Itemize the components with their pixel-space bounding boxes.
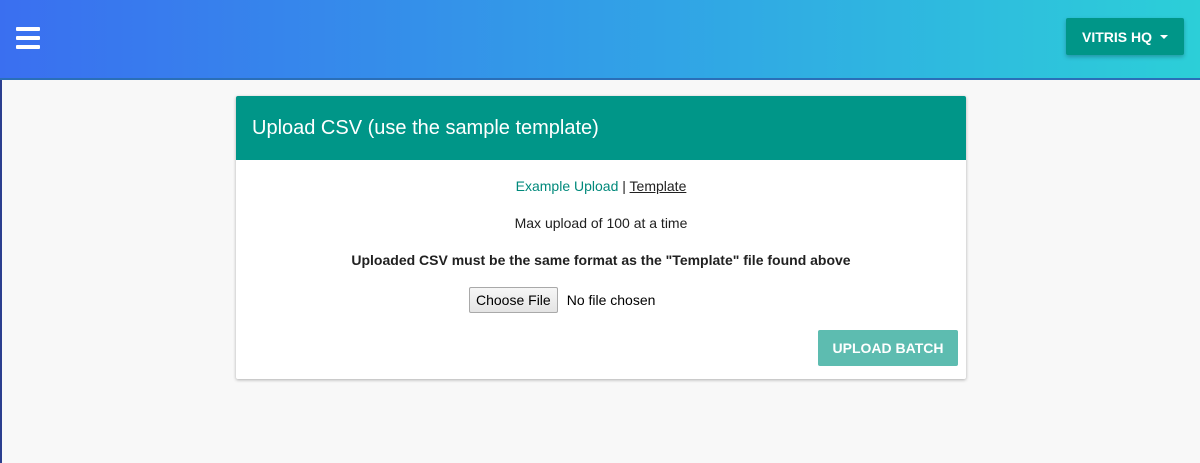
link-separator: |: [622, 178, 630, 194]
hamburger-menu-icon[interactable]: [16, 27, 40, 49]
top-navbar: VITRIS HQ: [0, 0, 1200, 80]
links-row: Example Upload | Template: [236, 178, 966, 194]
max-upload-text: Max upload of 100 at a time: [514, 215, 688, 231]
card-body: Example Upload | Template Max upload of …: [236, 160, 966, 379]
card-title: Upload CSV (use the sample template): [252, 116, 599, 139]
org-dropdown-label: VITRIS HQ: [1081, 28, 1152, 45]
caret-down-icon: [1160, 35, 1168, 39]
template-link[interactable]: Template: [630, 178, 687, 194]
format-note: Uploaded CSV must be the same format as …: [351, 252, 851, 268]
hamburger-bar: [16, 27, 40, 31]
example-upload-link[interactable]: Example Upload: [516, 178, 619, 194]
hamburger-bar: [16, 45, 40, 49]
no-file-status: No file chosen: [566, 292, 656, 308]
hamburger-bar: [16, 36, 40, 40]
card-header: Upload CSV (use the sample template): [236, 96, 966, 160]
choose-file-button[interactable]: Choose File: [469, 287, 558, 313]
file-input[interactable]: Choose File No file chosen: [469, 287, 655, 313]
org-dropdown-button[interactable]: VITRIS HQ: [1066, 18, 1184, 55]
upload-batch-button[interactable]: UPLOAD BATCH: [818, 330, 958, 366]
upload-csv-card: Upload CSV (use the sample template) Exa…: [236, 96, 966, 379]
